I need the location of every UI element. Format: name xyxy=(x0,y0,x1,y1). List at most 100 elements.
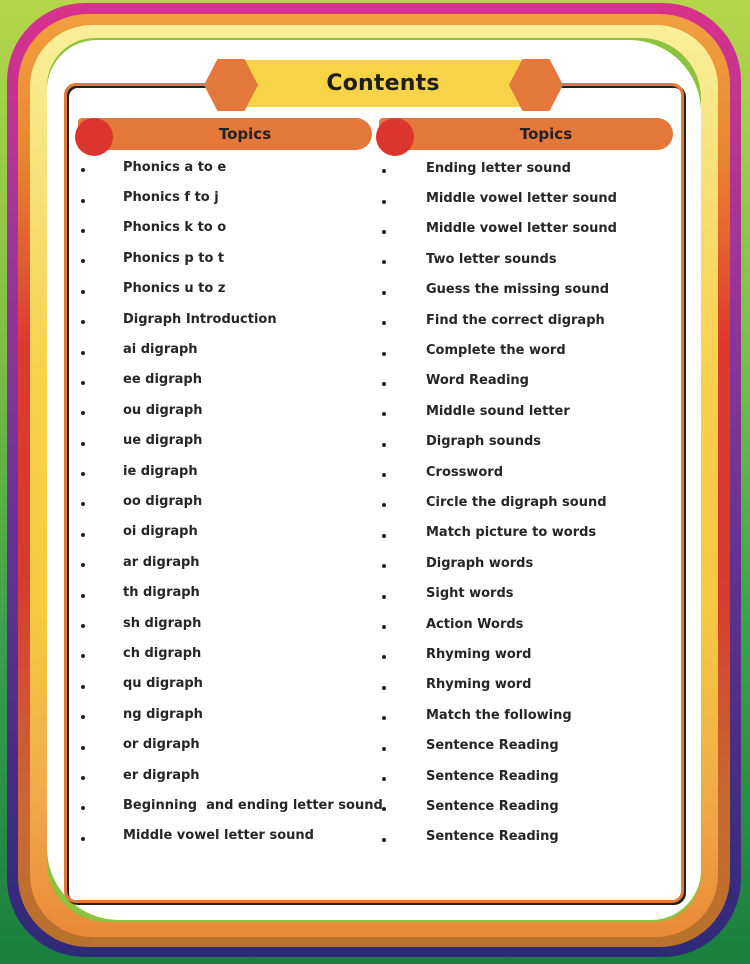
bullet-icon xyxy=(382,260,386,265)
topic-label: Sentence Reading xyxy=(426,738,559,754)
topic-label: Middle vowel letter sound xyxy=(123,828,314,844)
list-item: Guess the missing sound xyxy=(377,275,609,305)
topic-label: er digraph xyxy=(123,767,200,783)
topic-label: ai digraph xyxy=(123,342,198,358)
bullet-icon xyxy=(81,289,85,294)
topics-header-label: Topics xyxy=(218,125,272,143)
topics-header: Topics xyxy=(78,118,372,150)
topic-label: Phonics f to j xyxy=(123,190,219,206)
bullet-icon xyxy=(81,532,85,537)
list-item: Sight words xyxy=(377,578,514,608)
bullet-icon xyxy=(81,198,85,203)
list-item: ar digraph xyxy=(76,547,200,577)
bullet-icon xyxy=(81,259,85,264)
topics-column-right: Topics Ending letter sound Middle vowel l… xyxy=(376,118,673,844)
bullet-icon xyxy=(81,806,85,811)
list-item: er digraph xyxy=(76,760,200,790)
list-item: Phonics f to j xyxy=(76,182,219,212)
topic-label: Beginning and ending letter sound xyxy=(123,797,383,813)
topic-label: Middle vowel letter sound xyxy=(426,221,617,237)
bullet-icon xyxy=(382,655,386,660)
list-item: th digraph xyxy=(76,577,200,607)
page-title: Contents xyxy=(326,71,440,96)
bullet-icon xyxy=(382,351,386,356)
topic-label: or digraph xyxy=(123,737,200,753)
bullet-icon xyxy=(382,685,386,690)
topic-label: ou digraph xyxy=(123,402,203,418)
bullet-icon xyxy=(81,380,85,385)
topic-label: Sentence Reading xyxy=(426,829,559,845)
topic-label: Find the correct digraph xyxy=(426,312,605,328)
bullet-icon xyxy=(81,441,85,446)
bullet-icon xyxy=(382,169,386,174)
topic-label: th digraph xyxy=(123,585,200,601)
topic-label: Middle vowel letter sound xyxy=(426,191,617,207)
list-item: Middle vowel letter sound xyxy=(377,183,617,213)
bullet-icon xyxy=(81,593,85,598)
list-item: Match the following xyxy=(377,700,572,730)
bullet-icon xyxy=(81,776,85,780)
topic-label: Sentence Reading xyxy=(426,798,559,814)
list-item: Phonics k to o xyxy=(76,213,226,243)
topics-column-left: Topics Phonics a to e Phonics f to j Phoni… xyxy=(75,118,383,843)
list-item: ng digraph xyxy=(76,699,203,729)
list-item: Rhyming word xyxy=(377,639,532,669)
bullet-icon xyxy=(81,715,85,720)
bullet-icon xyxy=(382,625,386,630)
list-item: Sentence Reading xyxy=(377,761,559,791)
topic-label: ie digraph xyxy=(123,463,198,479)
list-item: Sentence Reading xyxy=(377,822,559,852)
topic-label: qu digraph xyxy=(123,676,203,692)
list-item: Digraph Introduction xyxy=(76,304,277,334)
list-item: Action Words xyxy=(377,609,523,639)
bullet-icon xyxy=(382,199,386,204)
topic-label: Action Words xyxy=(426,616,524,632)
list-item: Sentence Reading xyxy=(377,791,559,821)
list-item: sh digraph xyxy=(76,608,201,638)
bullet-icon xyxy=(81,624,85,629)
topic-label: Digraph words xyxy=(426,555,534,571)
topics-list: Ending letter sound Middle vowel letter s… xyxy=(377,153,617,852)
bullet-icon xyxy=(81,350,85,355)
bullet-icon xyxy=(382,503,386,508)
list-item: Middle vowel letter sound xyxy=(76,821,314,851)
topic-label: Digraph Introduction xyxy=(123,311,277,327)
list-item: Middle vowel letter sound xyxy=(377,214,617,244)
topic-label: Match the following xyxy=(426,707,572,723)
topic-label: Complete the word xyxy=(426,343,566,359)
list-item: Beginning and ending letter sound xyxy=(76,790,383,820)
topic-label: Word Reading xyxy=(426,373,529,389)
bullet-icon xyxy=(382,716,386,721)
topic-label: ar digraph xyxy=(123,554,200,570)
list-item: ee digraph xyxy=(76,365,202,395)
bullet-icon xyxy=(81,168,85,173)
topic-label: Middle sound letter xyxy=(426,403,570,419)
list-item: Phonics a to e xyxy=(76,152,226,182)
topic-label: Phonics u to z xyxy=(123,281,226,297)
bullet-icon xyxy=(81,836,85,841)
topic-label: oi digraph xyxy=(123,524,198,540)
list-item: Phonics u to z xyxy=(76,274,225,304)
topic-label: ng digraph xyxy=(123,706,203,722)
list-item: oi digraph xyxy=(76,517,198,547)
topic-label: Match picture to words xyxy=(426,525,597,541)
red-circle-icon xyxy=(376,118,414,156)
bullet-icon xyxy=(81,684,85,689)
topic-label: ee digraph xyxy=(123,372,202,388)
list-item: Crossword xyxy=(377,457,503,487)
list-item: qu digraph xyxy=(76,669,203,699)
bullet-icon xyxy=(81,228,85,233)
topics-header-label: Topics xyxy=(519,125,573,143)
bullet-icon xyxy=(382,229,386,234)
bullet-icon xyxy=(382,473,386,478)
list-item: Middle sound letter xyxy=(377,396,570,426)
topic-label: Circle the digraph sound xyxy=(426,494,607,510)
topics-list: Phonics a to e Phonics f to j Phonics k to… xyxy=(76,152,383,851)
list-item: or digraph xyxy=(76,729,200,759)
list-item: Rhyming word xyxy=(377,670,532,700)
bullet-icon xyxy=(382,837,386,842)
title-banner: Contents xyxy=(242,60,524,107)
topic-label: ch digraph xyxy=(123,645,202,661)
list-item: Match picture to words xyxy=(377,518,596,548)
topic-label: Two letter sounds xyxy=(426,251,557,267)
